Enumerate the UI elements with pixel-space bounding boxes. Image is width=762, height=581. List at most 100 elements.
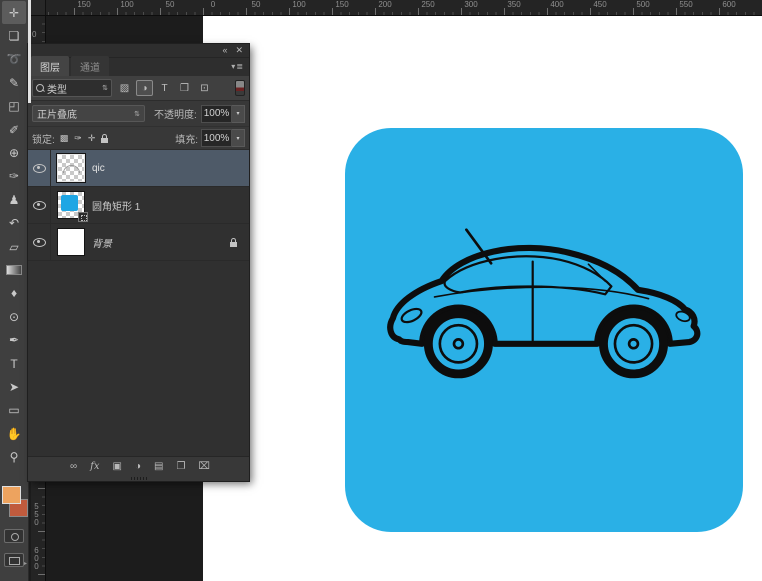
eraser-tool[interactable]: ▱ — [0, 235, 28, 258]
dodge-tool[interactable]: ⊙ — [0, 305, 28, 328]
adjustment-layer-icon[interactable]: ◑ — [135, 462, 141, 472]
eraser-tool-icon: ▱ — [9, 241, 18, 253]
opacity-dropdown-arrow[interactable]: ▾ — [232, 105, 245, 123]
quick-mask-mode-button[interactable] — [4, 529, 24, 543]
path-selection-tool-icon: ➤ — [9, 381, 19, 393]
new-group-icon[interactable]: ▤ — [154, 462, 163, 472]
blend-mode-dropdown[interactable]: 正片叠底 ⇅ — [32, 105, 145, 122]
screen-mode-arrow-icon: ▸ — [24, 560, 27, 567]
ruler-mark: 150 — [77, 0, 90, 9]
layer-mask-icon[interactable]: ▣ — [112, 462, 121, 472]
gradient-tool[interactable] — [0, 258, 28, 281]
panel-menu-icon[interactable]: ▾≣ — [231, 62, 244, 71]
screen-mode-button[interactable] — [4, 553, 24, 567]
brush-tool[interactable]: ✑ — [0, 165, 28, 188]
lock-position-icon[interactable]: ✛ — [88, 133, 96, 144]
pen-tool-icon: ✒ — [9, 334, 19, 346]
filter-shape-layers-icon[interactable]: ❒ — [176, 80, 193, 96]
lasso-tool[interactable]: ➰ — [0, 48, 28, 71]
fill-field[interactable]: 100% ▾ — [201, 130, 245, 146]
clone-stamp-tool[interactable]: ♟ — [0, 188, 28, 211]
lasso-tool-icon: ➰ — [7, 53, 22, 65]
blend-mode-row: 正片叠底 ⇅ 不透明度: 100% ▾ — [28, 101, 249, 127]
lock-all-icon[interactable] — [101, 138, 108, 143]
fill-label: 填充: — [175, 131, 198, 146]
layer-name[interactable]: 背景 — [92, 235, 112, 250]
blur-tool[interactable]: ♦ — [0, 282, 28, 305]
marquee-tool[interactable]: ❏ — [0, 24, 28, 47]
ruler-mark: 300 — [464, 0, 477, 9]
opacity-value[interactable]: 100% — [201, 105, 232, 123]
blue-shape-thumbnail — [61, 195, 78, 211]
layer-row-background[interactable]: 背景 — [28, 224, 249, 261]
ruler-origin-corner[interactable] — [31, 0, 46, 16]
pen-tool[interactable]: ✒ — [0, 328, 28, 351]
zoom-tool[interactable]: ⚲ — [0, 445, 28, 468]
filter-type-dropdown[interactable]: 类型 ⇅ — [32, 79, 112, 97]
brush-tool-icon: ✑ — [9, 170, 19, 182]
ruler-mark: 0 — [32, 31, 36, 39]
search-icon — [36, 84, 44, 92]
panel-resize-grip[interactable] — [28, 476, 249, 481]
delete-layer-icon[interactable]: ⌧ — [198, 462, 210, 472]
rectangle-tool-icon: ▭ — [8, 404, 19, 416]
car-illustration — [385, 221, 703, 383]
layers-list: qic 圆角矩形 1 背景 — [28, 150, 249, 456]
visibility-toggle[interactable] — [28, 150, 51, 186]
layer-thumbnail[interactable] — [58, 155, 84, 181]
zoom-tool-icon: ⚲ — [10, 451, 19, 463]
path-selection-tool[interactable]: ➤ — [0, 375, 28, 398]
layer-name[interactable]: 圆角矩形 1 — [92, 198, 140, 213]
crop-tool[interactable]: ◰ — [0, 95, 28, 118]
layers-panel: « ✕ 图层 通道 ▾≣ 类型 ⇅ ▨◑T❒⊡ 正片叠底 ⇅ 不透明度: 100… — [28, 44, 249, 481]
layer-thumbnail[interactable] — [58, 229, 84, 255]
eye-icon — [33, 201, 46, 210]
filter-type-layers-icon[interactable]: T — [156, 80, 173, 96]
ruler-mark: 550 — [679, 0, 692, 9]
link-layers-icon[interactable]: ∞ — [70, 462, 77, 472]
eyedropper-tool[interactable]: ✐ — [0, 118, 28, 141]
layer-thumbnail[interactable] — [58, 192, 84, 218]
tab-channels[interactable]: 通道 — [71, 56, 109, 76]
move-tool[interactable]: ✛ — [2, 1, 26, 24]
layer-row-qic[interactable]: qic — [28, 150, 249, 187]
filter-pixel-layers-icon[interactable]: ▨ — [116, 80, 133, 96]
layer-name[interactable]: qic — [92, 163, 105, 174]
hand-tool-icon: ✋ — [7, 428, 22, 440]
lock-transparency-icon[interactable]: ▩ — [60, 133, 69, 144]
collapse-panel-icon[interactable]: « — [222, 46, 227, 55]
blend-mode-value: 正片叠底 — [37, 106, 77, 121]
tools-panel: ✛❏ ➰ ✎◰✐ ⊕ ✑ ♟↶ ▱ ♦⊙ ✒ T ➤ ▭ ✋ ⚲ ▸ — [0, 0, 29, 581]
ruler-mark: 200 — [378, 0, 391, 9]
ruler-mark: 350 — [507, 0, 520, 9]
hand-tool[interactable]: ✋ — [0, 422, 28, 445]
ruler-mark: 150 — [335, 0, 348, 9]
dropdown-arrows-icon: ⇅ — [102, 84, 108, 92]
filter-adjustment-layers-icon[interactable]: ◑ — [136, 80, 153, 96]
opacity-field[interactable]: 100% ▾ — [201, 106, 245, 122]
horizontal-ruler[interactable]: 1501005005010015020025030035040045050055… — [31, 0, 762, 16]
fill-dropdown-arrow[interactable]: ▾ — [232, 129, 245, 147]
filter-toggle-switch[interactable] — [235, 80, 245, 96]
tab-layers[interactable]: 图层 — [31, 56, 69, 76]
layer-style-icon[interactable]: fx — [90, 462, 99, 472]
ruler-mark: 450 — [593, 0, 606, 9]
healing-brush-tool[interactable]: ⊕ — [0, 141, 28, 164]
visibility-toggle[interactable] — [28, 187, 51, 223]
dropdown-arrows-icon: ⇅ — [134, 110, 140, 118]
shape-layer-badge-icon — [78, 212, 88, 222]
history-brush-tool[interactable]: ↶ — [0, 212, 28, 235]
new-layer-icon[interactable]: ❐ — [176, 462, 185, 472]
close-panel-icon[interactable]: ✕ — [235, 46, 243, 55]
healing-brush-tool-icon: ⊕ — [9, 147, 19, 159]
type-tool[interactable]: T — [0, 352, 28, 375]
lock-pixels-icon[interactable]: ✑ — [74, 133, 82, 144]
filter-smart-objects-icon[interactable]: ⊡ — [196, 80, 213, 96]
document-canvas[interactable] — [203, 15, 762, 581]
visibility-toggle[interactable] — [28, 224, 51, 260]
rectangle-tool[interactable]: ▭ — [0, 399, 28, 422]
quick-selection-tool[interactable]: ✎ — [0, 71, 28, 94]
fill-value[interactable]: 100% — [201, 129, 232, 147]
layer-row-rounded-rect[interactable]: 圆角矩形 1 — [28, 187, 249, 224]
foreground-color-swatch[interactable] — [2, 486, 21, 504]
